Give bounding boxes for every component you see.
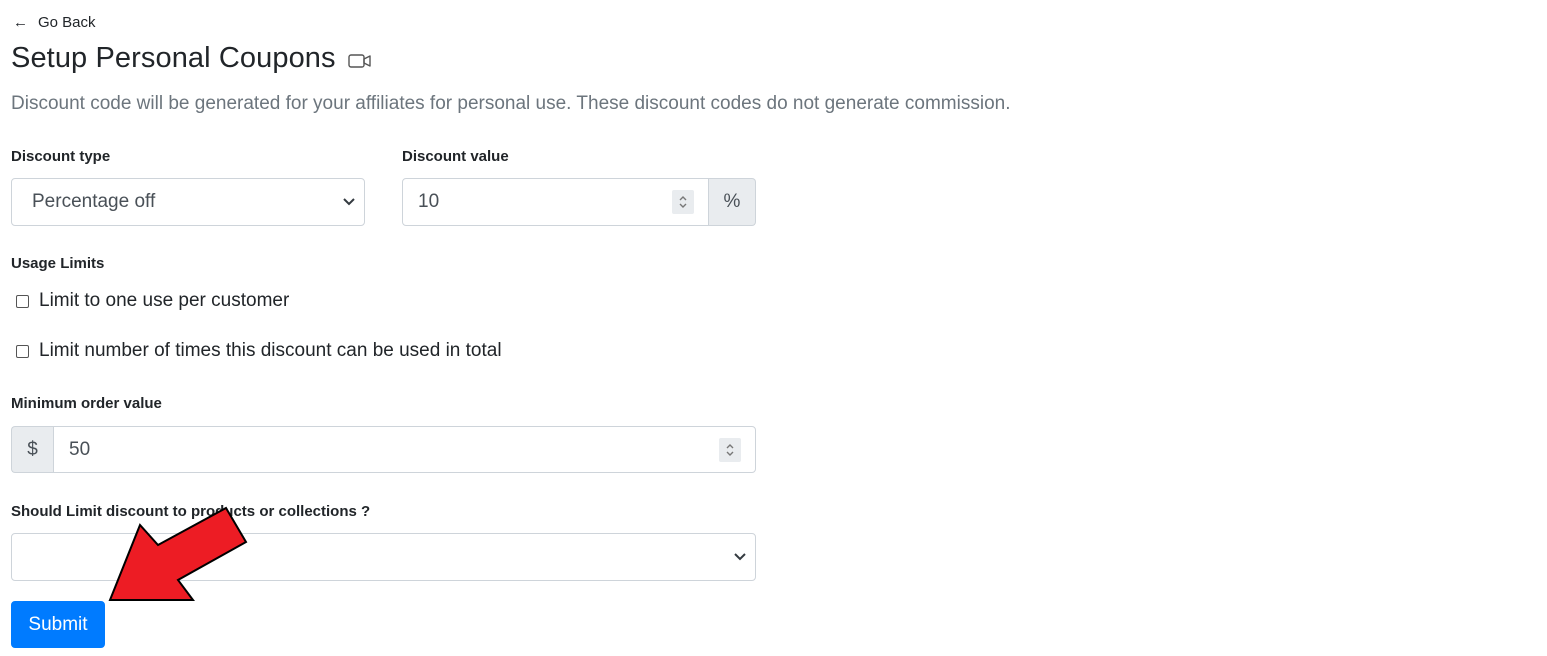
dollar-addon: $	[11, 426, 53, 473]
chevron-down-icon	[342, 191, 356, 213]
discount-type-label: Discount type	[11, 148, 111, 165]
minimum-order-label: Minimum order value	[11, 395, 162, 412]
minimum-order-group: $ 50	[11, 426, 756, 473]
usage-limit-option[interactable]: Limit to one use per customer	[16, 290, 289, 312]
page-title: Setup Personal Coupons	[11, 42, 336, 74]
go-back-label: Go Back	[38, 14, 96, 31]
page-subtitle: Discount code will be generated for your…	[11, 93, 1011, 114]
discount-value-text: 10	[418, 191, 440, 212]
arrow-left-icon: ←	[13, 14, 28, 31]
discount-value-group: 10 %	[402, 178, 756, 226]
limit-total-uses-label: Limit number of times this discount can …	[39, 340, 502, 361]
discount-type-select[interactable]: Percentage off	[11, 178, 365, 226]
limit-one-per-customer-label: Limit to one use per customer	[39, 290, 290, 311]
red-arrow-pointer	[108, 506, 248, 601]
minimum-order-input[interactable]: 50	[53, 426, 756, 473]
go-back-link[interactable]: ← Go Back	[13, 14, 96, 31]
minimum-order-text: 50	[69, 438, 91, 460]
spinner-updown-icon[interactable]	[672, 190, 694, 214]
discount-value-input[interactable]: 10	[402, 178, 709, 226]
usage-limits-label: Usage Limits	[11, 255, 105, 272]
discount-type-value: Percentage off	[32, 191, 156, 212]
chevron-down-icon	[733, 546, 747, 568]
limit-one-per-customer-checkbox[interactable]	[16, 294, 29, 308]
usage-limit-option[interactable]: Limit number of times this discount can …	[16, 340, 502, 362]
discount-value-label: Discount value	[402, 148, 509, 165]
percent-addon: %	[709, 178, 756, 226]
submit-button[interactable]: Submit	[11, 601, 105, 648]
spinner-updown-icon[interactable]	[719, 437, 741, 462]
title-row: Setup Personal Coupons	[11, 42, 372, 75]
limit-total-uses-checkbox[interactable]	[16, 344, 29, 358]
video-camera-icon[interactable]	[347, 53, 372, 74]
